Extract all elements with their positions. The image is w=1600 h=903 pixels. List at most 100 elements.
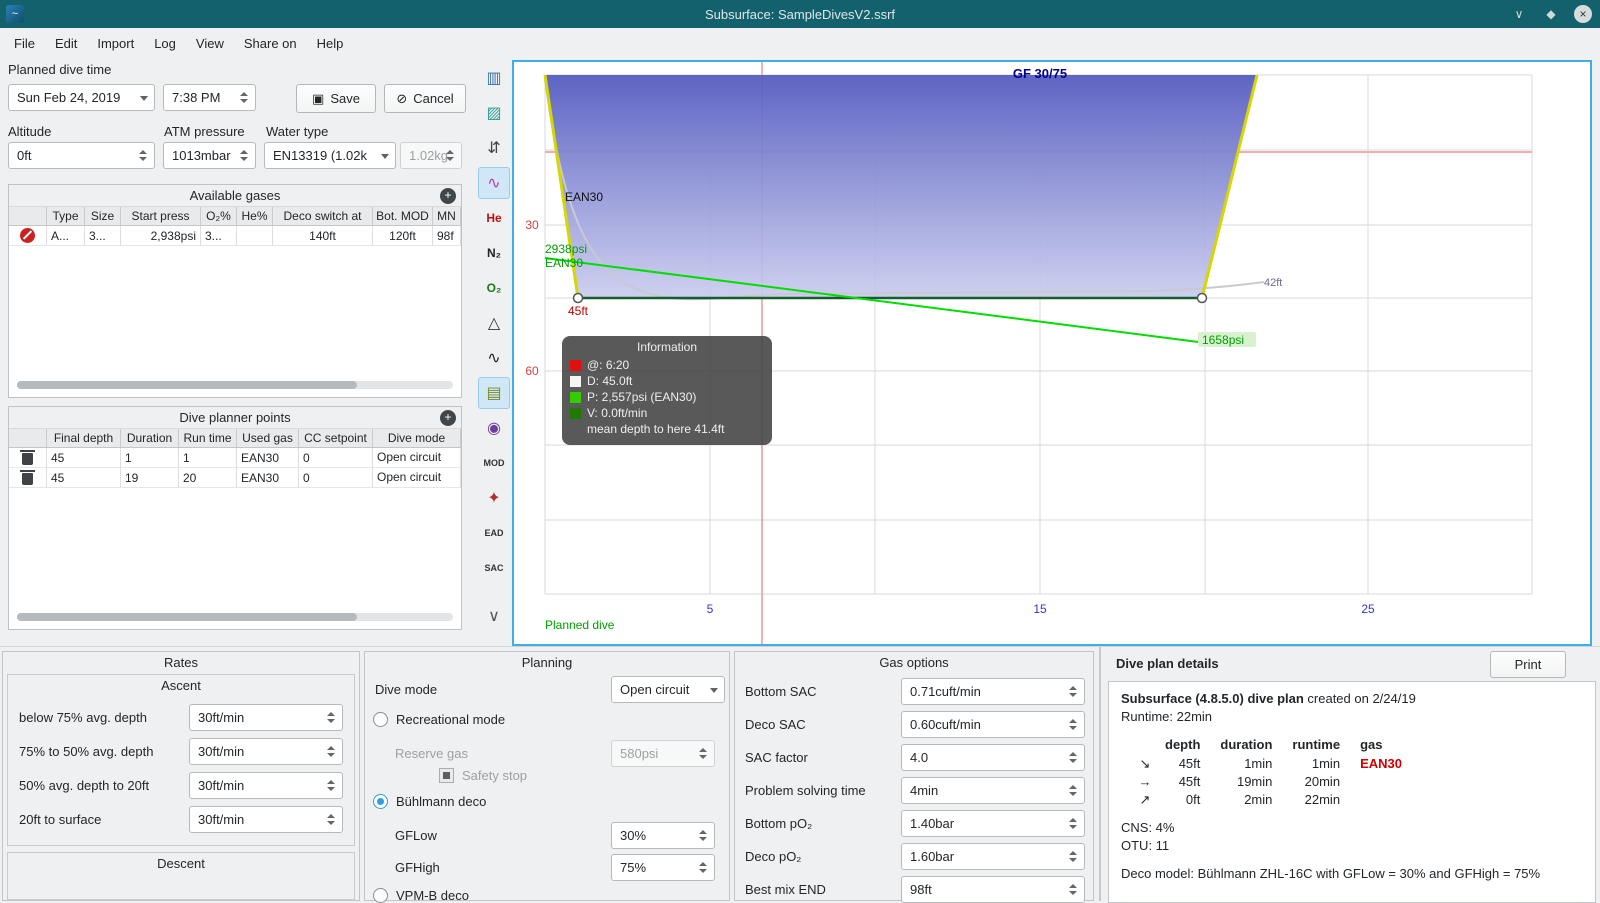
mod-toggle-icon[interactable]: MOD — [478, 447, 510, 479]
ascent-rate-spin-4[interactable]: 30ft/min — [189, 806, 343, 833]
spinner-arrows[interactable] — [327, 773, 337, 798]
gas-he-cell[interactable] — [237, 226, 273, 246]
spinner-arrows[interactable] — [240, 85, 250, 110]
spinner-arrows[interactable] — [240, 143, 250, 168]
close-icon[interactable]: × — [1574, 5, 1592, 23]
dive-date-combo[interactable]: Sun Feb 24, 2019 — [8, 84, 155, 111]
menu-edit[interactable]: Edit — [45, 31, 87, 56]
menu-share-on[interactable]: Share on — [234, 31, 307, 56]
deco-sac-spin[interactable]: 0.60cuft/min — [901, 711, 1085, 738]
spinner-arrows[interactable] — [699, 855, 709, 880]
delete-cylinder-icon[interactable] — [9, 226, 47, 246]
sac-toggle-icon[interactable]: SAC — [478, 552, 510, 584]
collapse-toolbar-icon[interactable]: ∨ — [478, 600, 510, 632]
col-bot-mod[interactable]: Bot. MOD — [373, 207, 433, 226]
radio-unchecked-icon[interactable] — [373, 712, 388, 727]
dive-mode-combo[interactable]: Open circuit — [611, 676, 725, 703]
col-type[interactable]: Type — [47, 207, 85, 226]
ascent-rate-spin-3[interactable]: 30ft/min — [189, 772, 343, 799]
spinner-arrows[interactable] — [1069, 778, 1079, 803]
gfhigh-spin[interactable]: 75% — [611, 854, 715, 881]
spinner-arrows[interactable] — [1069, 745, 1079, 770]
point-mode-cell[interactable]: Open circuit — [373, 448, 461, 468]
spinner-arrows[interactable] — [327, 705, 337, 730]
points-hscrollbar[interactable] — [17, 613, 453, 621]
point-depth-cell[interactable]: 45 — [47, 468, 121, 488]
splitter-handle[interactable] — [1099, 647, 1101, 901]
dive-time-spin[interactable]: 7:38 PM — [163, 84, 256, 111]
point-gas-cell[interactable]: EAN30 — [237, 468, 299, 488]
col-final-depth[interactable]: Final depth — [47, 429, 121, 448]
ceiling-toggle-icon[interactable]: △ — [478, 307, 510, 339]
point-setpoint-cell[interactable]: 0 — [299, 468, 373, 488]
point-duration-cell[interactable]: 19 — [121, 468, 179, 488]
point-duration-cell[interactable]: 1 — [121, 448, 179, 468]
point-gas-cell[interactable]: EAN30 — [237, 448, 299, 468]
col-cc-setpoint[interactable]: CC setpoint — [299, 429, 373, 448]
col-o2[interactable]: O₂% — [201, 207, 237, 226]
edit-profile-icon[interactable]: ⇵ — [478, 132, 510, 164]
gas-deco-switch-cell[interactable]: 140ft — [273, 226, 373, 246]
vpmb-deco-option[interactable]: VPM-B deco — [373, 888, 469, 903]
water-type-combo[interactable]: EN13319 (1.02k — [264, 142, 396, 169]
col-duration[interactable]: Duration — [121, 429, 179, 448]
maximize-icon[interactable]: ◆ — [1542, 5, 1560, 23]
buhlmann-deco-option[interactable]: Bühlmann deco — [373, 794, 486, 809]
waypoint-handle[interactable] — [1196, 292, 1208, 304]
tissues-toggle-icon[interactable]: ▤ — [478, 377, 510, 409]
col-run-time[interactable]: Run time — [179, 429, 237, 448]
spinner-arrows[interactable] — [139, 143, 149, 168]
menu-view[interactable]: View — [186, 31, 234, 56]
bottom-sac-spin[interactable]: 0.71cuft/min — [901, 678, 1085, 705]
o2-toggle-icon[interactable]: O₂ — [478, 272, 510, 304]
menu-import[interactable]: Import — [87, 31, 144, 56]
col-size[interactable]: Size — [85, 207, 121, 226]
gas-start-press-cell[interactable]: 2,938psi — [121, 226, 201, 246]
col-used-gas[interactable]: Used gas — [237, 429, 299, 448]
spinner-arrows[interactable] — [699, 823, 709, 848]
menu-log[interactable]: Log — [144, 31, 186, 56]
add-gas-button[interactable]: + — [440, 188, 456, 204]
col-mnd[interactable]: MN — [433, 207, 461, 226]
col-dive-mode[interactable]: Dive mode — [373, 429, 461, 448]
po2-toggle-icon[interactable]: ∿ — [478, 167, 510, 199]
col-he[interactable]: He% — [237, 207, 273, 226]
deco-po2-spin[interactable]: 1.60bar — [901, 843, 1085, 870]
scale-icon[interactable]: ▨ — [478, 97, 510, 129]
spinner-arrows[interactable] — [1069, 679, 1079, 704]
ascent-rate-spin-2[interactable]: 30ft/min — [189, 738, 343, 765]
radio-checked-icon[interactable] — [373, 794, 388, 809]
gases-hscrollbar[interactable] — [17, 381, 453, 389]
diver-icon[interactable]: ✦ — [478, 482, 510, 514]
save-button[interactable]: ▣ Save — [296, 84, 376, 113]
ascent-rate-spin-1[interactable]: 30ft/min — [189, 704, 343, 731]
n2-toggle-icon[interactable]: N₂ — [478, 237, 510, 269]
delete-point-icon[interactable] — [9, 448, 47, 468]
point-depth-cell[interactable]: 45 — [47, 448, 121, 468]
col-start-press[interactable]: Start press — [121, 207, 201, 226]
spinner-arrows[interactable] — [327, 807, 337, 832]
he-toggle-icon[interactable]: He — [478, 202, 510, 234]
col-deco-switch[interactable]: Deco switch at — [273, 207, 373, 226]
menu-help[interactable]: Help — [307, 31, 354, 56]
gas-o2-cell[interactable]: 3... — [201, 226, 237, 246]
point-runtime-cell[interactable]: 20 — [179, 468, 237, 488]
gas-pressure-toggle-icon[interactable]: ◉ — [478, 412, 510, 444]
best-mix-end-spin[interactable]: 98ft — [901, 876, 1085, 903]
gas-size-cell[interactable]: 3... — [85, 226, 121, 246]
cancel-button[interactable]: ⊘ Cancel — [384, 84, 466, 113]
gas-mnd-cell[interactable]: 98f — [433, 226, 461, 246]
add-point-button[interactable]: + — [440, 410, 456, 426]
dive-profile-chart[interactable]: GF 30/75 EAN30 2938psi EAN30 45ft 42ft 1… — [512, 60, 1592, 646]
gas-bot-mod-cell[interactable]: 120ft — [373, 226, 433, 246]
waypoint-handle[interactable] — [572, 292, 584, 304]
delete-point-icon[interactable] — [9, 468, 47, 488]
point-setpoint-cell[interactable]: 0 — [299, 448, 373, 468]
menu-file[interactable]: File — [4, 31, 45, 56]
minimize-icon[interactable]: ∨ — [1510, 5, 1528, 23]
sac-factor-spin[interactable]: 4.0 — [901, 744, 1085, 771]
print-button[interactable]: Print — [1490, 651, 1566, 678]
atm-pressure-spin[interactable]: 1013mbar — [163, 142, 256, 169]
gas-type-cell[interactable]: A... — [47, 226, 85, 246]
heartrate-toggle-icon[interactable]: ∿ — [478, 342, 510, 374]
